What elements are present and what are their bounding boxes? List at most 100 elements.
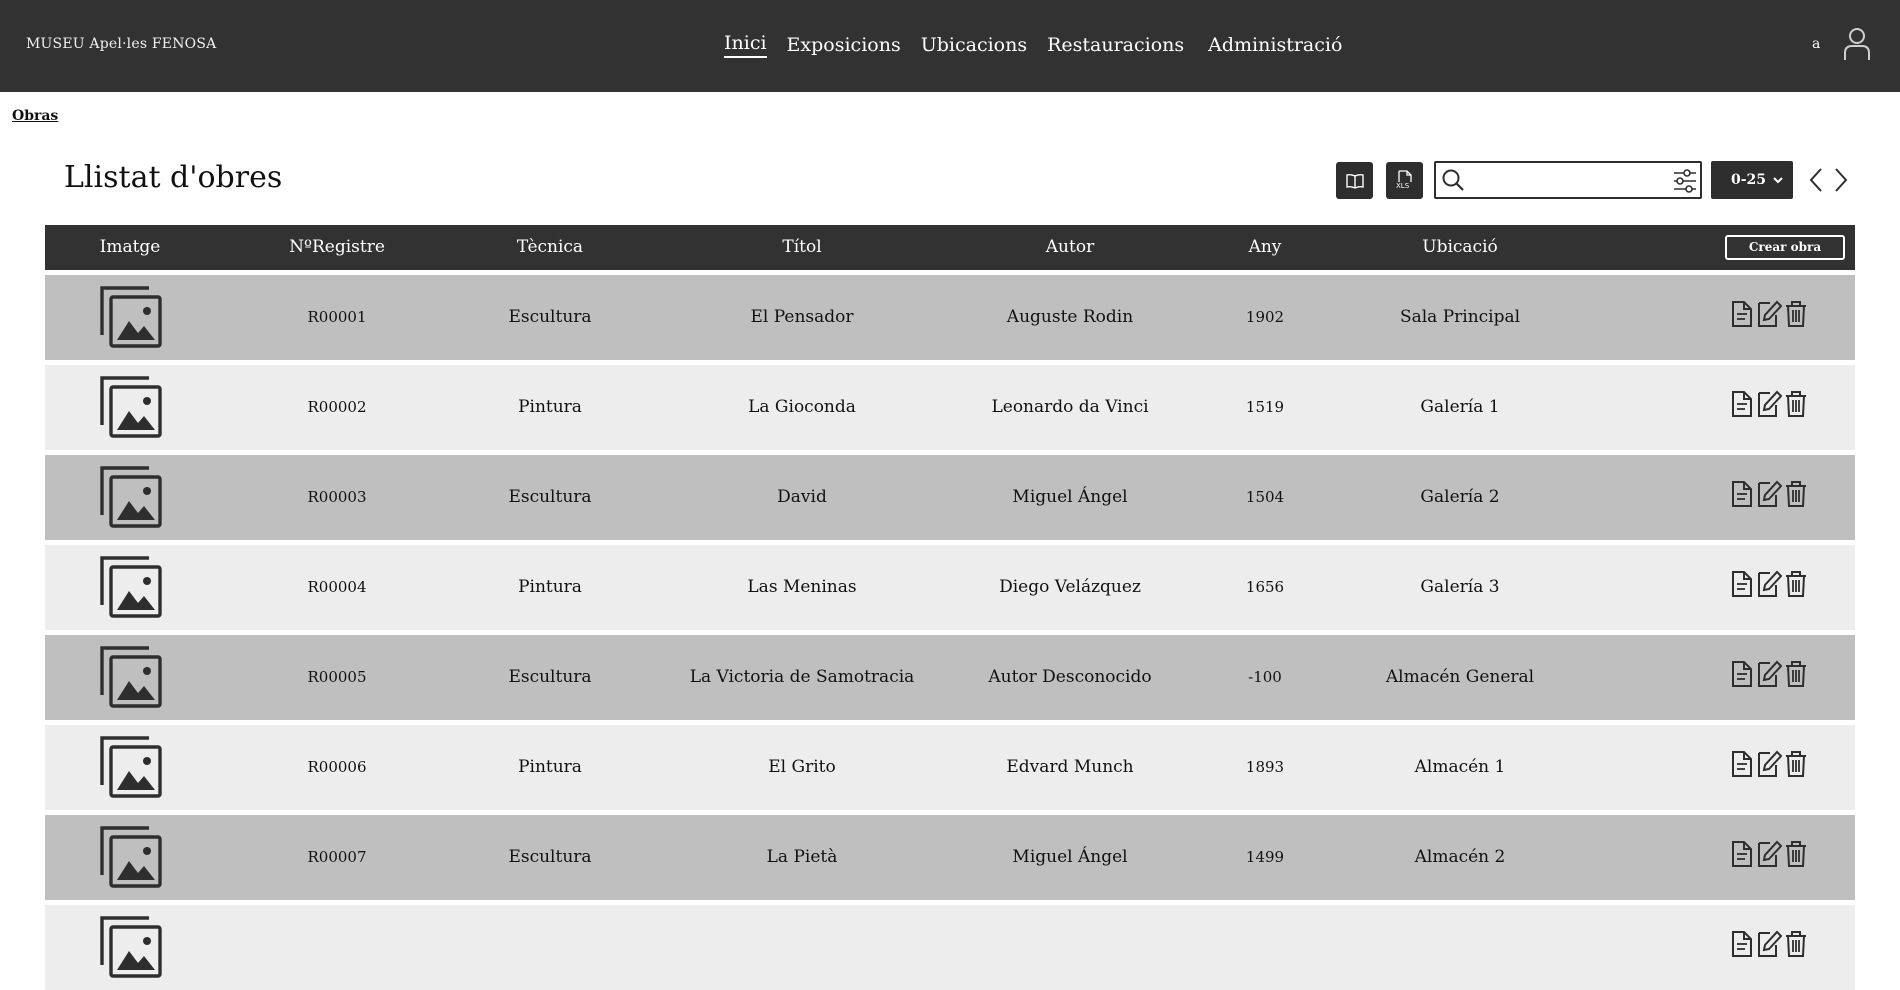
edit-icon[interactable] (1756, 839, 1782, 869)
view-details-icon[interactable] (1729, 659, 1755, 689)
page-range-select[interactable]: 0-25 (1711, 161, 1793, 199)
artwork-image-icon[interactable] (99, 915, 163, 979)
cell-autor: Autor Desconocido (988, 667, 1152, 687)
nav-item-administracio[interactable]: Administració (1208, 34, 1342, 56)
previous-page-icon[interactable] (1806, 166, 1828, 194)
table-row[interactable]: R00001 Escultura El Pensador Auguste Rodin 1… (45, 275, 1855, 360)
cell-autor: Miguel Ángel (1012, 847, 1128, 867)
edit-icon[interactable] (1756, 569, 1782, 599)
cell-autor: Diego Velázquez (999, 577, 1141, 597)
search-field[interactable] (1434, 161, 1702, 199)
search-icon (1442, 169, 1464, 191)
catalog-button[interactable] (1336, 162, 1373, 199)
cell-tecnica: Escultura (508, 487, 592, 507)
user-icon[interactable] (1843, 27, 1871, 61)
cell-titol (677, 905, 927, 990)
header-autor: Autor (1045, 237, 1095, 257)
edit-icon[interactable] (1756, 479, 1782, 509)
artwork-image-icon[interactable] (99, 555, 163, 619)
book-icon (1345, 173, 1364, 189)
edit-icon[interactable] (1756, 749, 1782, 779)
nav-item-inici[interactable]: Inici (724, 32, 767, 58)
artwork-image-icon[interactable] (99, 375, 163, 439)
cell-titol: La Victoria de Samotracia (689, 667, 915, 687)
delete-icon[interactable] (1783, 389, 1809, 419)
edit-icon[interactable] (1756, 659, 1782, 689)
view-details-icon[interactable] (1729, 299, 1755, 329)
cell-titol: El Pensador (750, 307, 854, 327)
next-page-icon[interactable] (1830, 166, 1852, 194)
header-ubicacio: Ubicació (1422, 237, 1498, 257)
row-actions (1729, 659, 1809, 689)
cell-autor: Leonardo da Vinci (991, 397, 1149, 417)
cell-tecnica: Escultura (508, 667, 592, 687)
cell-ubicacio: Galería 3 (1420, 577, 1500, 597)
cell-registre: R00004 (307, 578, 367, 596)
cell-tecnica: Pintura (518, 397, 582, 417)
delete-icon[interactable] (1783, 749, 1809, 779)
edit-icon[interactable] (1756, 299, 1782, 329)
cell-image (45, 905, 215, 990)
export-xls-button[interactable]: XLS (1386, 162, 1423, 199)
artwork-image-icon[interactable] (99, 465, 163, 529)
cell-autor: Miguel Ángel (1012, 487, 1128, 507)
artworks-table: Imatge NºRegistre Tècnica Títol Autor An… (45, 225, 1855, 990)
table-row[interactable] (45, 905, 1855, 990)
cell-titol: Las Meninas (747, 577, 857, 597)
table-row[interactable]: R00005 Escultura La Victoria de Samotracia… (45, 635, 1855, 720)
table-body: R00001 Escultura El Pensador Auguste Rodin 1… (45, 275, 1855, 990)
filter-sliders-icon[interactable] (1672, 168, 1698, 194)
cell-registre: R00006 (307, 758, 367, 776)
cell-ubicacio (1345, 905, 1575, 990)
cell-image (45, 275, 215, 360)
breadcrumb-obras[interactable]: Obras (12, 108, 58, 124)
cell-registre: R00003 (307, 488, 367, 506)
museum-brand[interactable]: MUSEU Apel·les FENOSA (26, 36, 216, 52)
nav-item-exposicions[interactable]: Exposicions (787, 34, 901, 56)
cell-ubicacio: Almacén 2 (1414, 847, 1506, 867)
artwork-image-icon[interactable] (99, 645, 163, 709)
cell-image (45, 725, 215, 810)
table-row[interactable]: R00006 Pintura El Grito Edvard Munch 1893 Alm… (45, 725, 1855, 810)
cell-titol: El Grito (768, 757, 836, 777)
top-navigation-bar: MUSEU Apel·les FENOSA Inici Exposicions … (0, 0, 1900, 92)
cell-autor: Auguste Rodin (1006, 307, 1134, 327)
artwork-image-icon[interactable] (99, 825, 163, 889)
view-details-icon[interactable] (1729, 389, 1755, 419)
table-row[interactable]: R00007 Escultura La Pietà Miguel Ángel 1499 A… (45, 815, 1855, 900)
header-titol: Títol (782, 237, 822, 257)
user-initial[interactable]: a (1812, 36, 1820, 52)
cell-image (45, 455, 215, 540)
edit-icon[interactable] (1756, 389, 1782, 419)
table-row[interactable]: R00004 Pintura Las Meninas Diego Velázquez 1… (45, 545, 1855, 630)
view-details-icon[interactable] (1729, 479, 1755, 509)
table-row[interactable]: R00003 Escultura David Miguel Ángel 1504 Gale… (45, 455, 1855, 540)
xls-label: XLS (1396, 182, 1410, 190)
cell-autor: Edvard Munch (1006, 757, 1134, 777)
cell-any: -100 (1248, 668, 1282, 686)
delete-icon[interactable] (1783, 569, 1809, 599)
delete-icon[interactable] (1783, 479, 1809, 509)
cell-image (45, 365, 215, 450)
delete-icon[interactable] (1783, 659, 1809, 689)
view-details-icon[interactable] (1729, 569, 1755, 599)
cell-tecnica: Escultura (508, 847, 592, 867)
create-artwork-button[interactable]: Crear obra (1725, 235, 1845, 260)
artwork-image-icon[interactable] (99, 285, 163, 349)
view-details-icon[interactable] (1729, 749, 1755, 779)
row-actions (1729, 839, 1809, 869)
delete-icon[interactable] (1783, 839, 1809, 869)
row-actions (1729, 479, 1809, 509)
table-row[interactable]: R00002 Pintura La Gioconda Leonardo da Vinc… (45, 365, 1855, 450)
cell-any (1205, 905, 1325, 990)
view-details-icon[interactable] (1729, 839, 1755, 869)
search-input[interactable] (1470, 167, 1660, 193)
cell-any: 1893 (1245, 758, 1285, 776)
artwork-image-icon[interactable] (99, 735, 163, 799)
nav-item-restauracions[interactable]: Restauracions (1047, 34, 1184, 56)
cell-autor (945, 905, 1195, 990)
row-actions (1729, 569, 1809, 599)
delete-icon[interactable] (1783, 299, 1809, 329)
nav-item-ubicacions[interactable]: Ubicacions (921, 34, 1027, 56)
cell-tecnica: Escultura (508, 307, 592, 327)
